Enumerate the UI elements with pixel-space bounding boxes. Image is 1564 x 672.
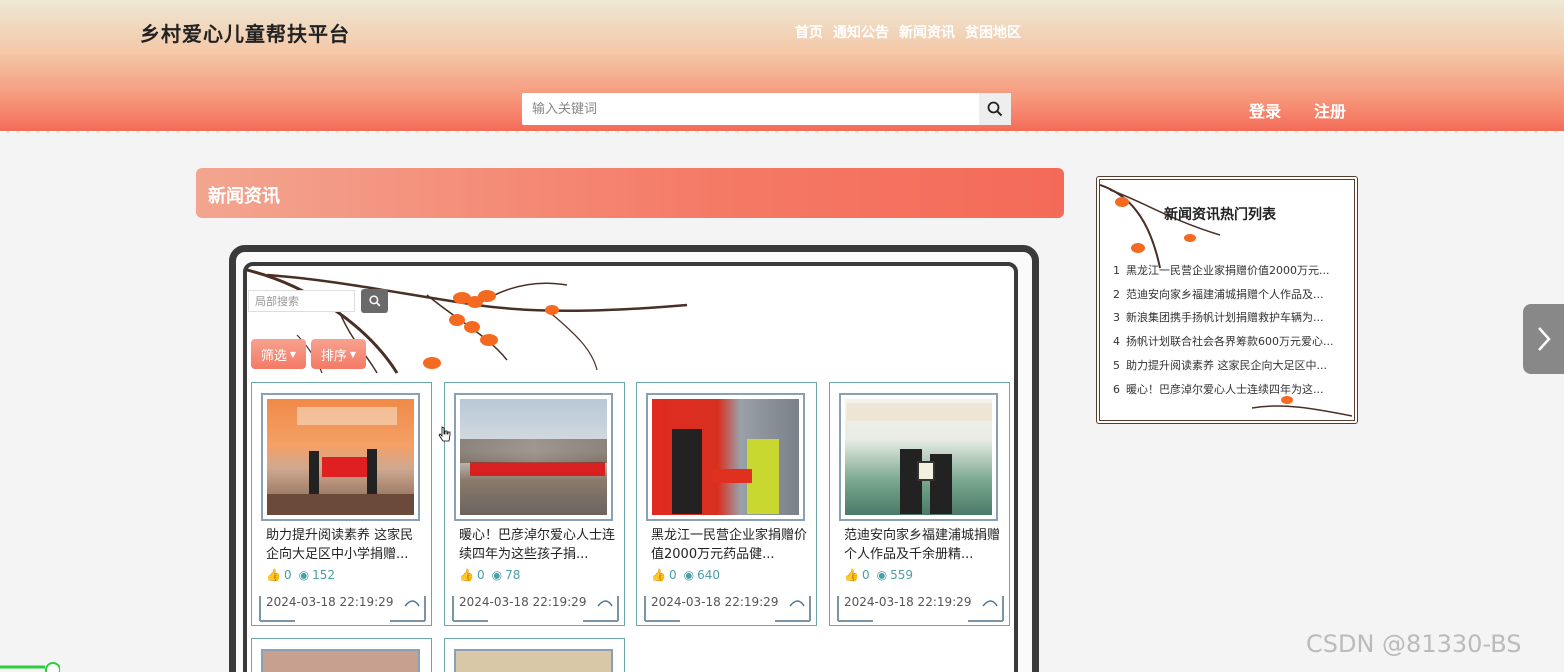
nav-home[interactable]: 首页 <box>795 22 823 42</box>
sort-label: 排序 <box>320 348 347 364</box>
search-bar <box>522 93 1011 125</box>
like-icon: 👍 <box>459 568 474 582</box>
like-icon: 👍 <box>651 568 666 582</box>
news-stats: 👍 0 ◉ 559 <box>844 568 913 582</box>
hot-list-item[interactable]: 3 新浪集团携手扬帆计划捐赠救护车辆为... <box>1113 309 1324 325</box>
news-stats: 👍 0 ◉ 640 <box>651 568 720 582</box>
next-arrow-button[interactable] <box>1523 304 1564 374</box>
news-title: 助力提升阅读素养 这家民企向大足区中小学捐赠... <box>266 528 414 562</box>
search-button[interactable] <box>979 93 1011 125</box>
view-count: 640 <box>697 568 720 582</box>
news-image-frame <box>261 393 420 521</box>
scroll-indicator-icon[interactable] <box>0 662 60 672</box>
hot-list-item[interactable]: 5 助力提升阅读素养 这家民企向大足区中... <box>1113 357 1327 373</box>
search-icon <box>987 101 1003 117</box>
header: 乡村爱心儿童帮扶平台 首页 通知公告 新闻资讯 贫困地区 登录 注册 <box>0 0 1564 133</box>
news-image-frame <box>454 393 613 521</box>
like-count: 0 <box>476 568 485 582</box>
news-card[interactable]: 暖心！巴彦淖尔爱心人士连续四年为这些孩子捐... 👍 0 ◉ 78 2024-03-… <box>444 382 625 626</box>
hand-cursor-icon <box>438 426 451 442</box>
eye-icon: ◉ <box>491 568 503 582</box>
like-count: 0 <box>668 568 677 582</box>
hot-list-item[interactable]: 2 范迪安向家乡福建浦城捐赠个人作品及... <box>1113 286 1324 302</box>
nav-notices[interactable]: 通知公告 <box>833 22 889 42</box>
news-stats: 👍 0 ◉ 78 <box>459 568 520 582</box>
news-image-frame <box>839 393 998 521</box>
search-input[interactable] <box>522 93 979 125</box>
news-date: 2024-03-18 22:19:29 <box>459 595 587 609</box>
section-title: 新闻资讯 <box>208 186 280 207</box>
hot-list-title: 新闻资讯热门列表 <box>1164 207 1276 223</box>
news-date: 2024-03-18 22:19:29 <box>651 595 779 609</box>
news-image <box>460 399 607 515</box>
nav-news[interactable]: 新闻资讯 <box>899 22 955 42</box>
hot-list-item[interactable]: 1 黑龙江一民营企业家捐赠价值2000万元... <box>1113 262 1329 278</box>
login-link[interactable]: 登录 <box>1249 98 1281 122</box>
news-date: 2024-03-18 22:19:29 <box>844 595 972 609</box>
view-count: 559 <box>890 568 913 582</box>
news-card-partial[interactable] <box>444 638 625 672</box>
section-banner: 新闻资讯 <box>196 168 1064 218</box>
register-link[interactable]: 注册 <box>1314 98 1346 122</box>
search-icon <box>368 295 380 307</box>
watermark-text: CSDN @81330-BS <box>1306 630 1522 658</box>
nav-poverty-areas[interactable]: 贫困地区 <box>965 22 1021 42</box>
site-title: 乡村爱心儿童帮扶平台 <box>140 22 350 46</box>
filter-label: 筛选 <box>260 348 287 364</box>
like-count: 0 <box>861 568 870 582</box>
news-image <box>845 399 992 515</box>
news-card-partial[interactable] <box>251 638 432 672</box>
eye-icon: ◉ <box>876 568 888 582</box>
news-image <box>267 399 414 515</box>
like-icon: 👍 <box>844 568 859 582</box>
news-image <box>652 399 799 515</box>
news-title: 黑龙江一民营企业家捐赠价值2000万元药品健... <box>651 528 807 562</box>
branch-decoration-icon <box>1100 184 1221 269</box>
news-card[interactable]: 助力提升阅读素养 这家民企向大足区中小学捐赠... 👍 0 ◉ 152 2024-0… <box>251 382 432 626</box>
news-stats: 👍 0 ◉ 152 <box>266 568 335 582</box>
chevron-right-icon <box>1537 327 1551 351</box>
main-nav: 首页 通知公告 新闻资讯 贫困地区 <box>795 22 1021 42</box>
news-image-frame <box>646 393 805 521</box>
hot-list-item[interactable]: 6 暖心！巴彦淖尔爱心人士连续四年为这... <box>1113 381 1324 397</box>
view-count: 78 <box>505 568 521 582</box>
like-icon: 👍 <box>266 568 281 582</box>
hot-list-item[interactable]: 4 扬帆计划联合社会各界筹款600万元爱心... <box>1113 333 1333 349</box>
news-title: 范迪安向家乡福建浦城捐赠个人作品及千余册精... <box>844 528 1000 562</box>
caret-down-icon: ▼ <box>289 349 297 359</box>
like-count: 0 <box>283 568 292 582</box>
sort-button[interactable]: 排序 ▼ <box>311 339 366 369</box>
news-date: 2024-03-18 22:19:29 <box>266 595 394 609</box>
view-count: 152 <box>312 568 335 582</box>
caret-down-icon: ▼ <box>349 349 357 359</box>
local-search-button[interactable] <box>361 289 388 313</box>
news-title: 暖心！巴彦淖尔爱心人士连续四年为这些孩子捐... <box>459 528 615 562</box>
filter-button[interactable]: 筛选 ▼ <box>251 339 306 369</box>
eye-icon: ◉ <box>298 568 310 582</box>
news-card[interactable]: 范迪安向家乡福建浦城捐赠个人作品及千余册精... 👍 0 ◉ 559 2024-03… <box>829 382 1010 626</box>
eye-icon: ◉ <box>683 568 695 582</box>
news-card[interactable]: 黑龙江一民营企业家捐赠价值2000万元药品健... 👍 0 ◉ 640 2024-0… <box>636 382 817 626</box>
local-search-input[interactable] <box>248 290 355 312</box>
